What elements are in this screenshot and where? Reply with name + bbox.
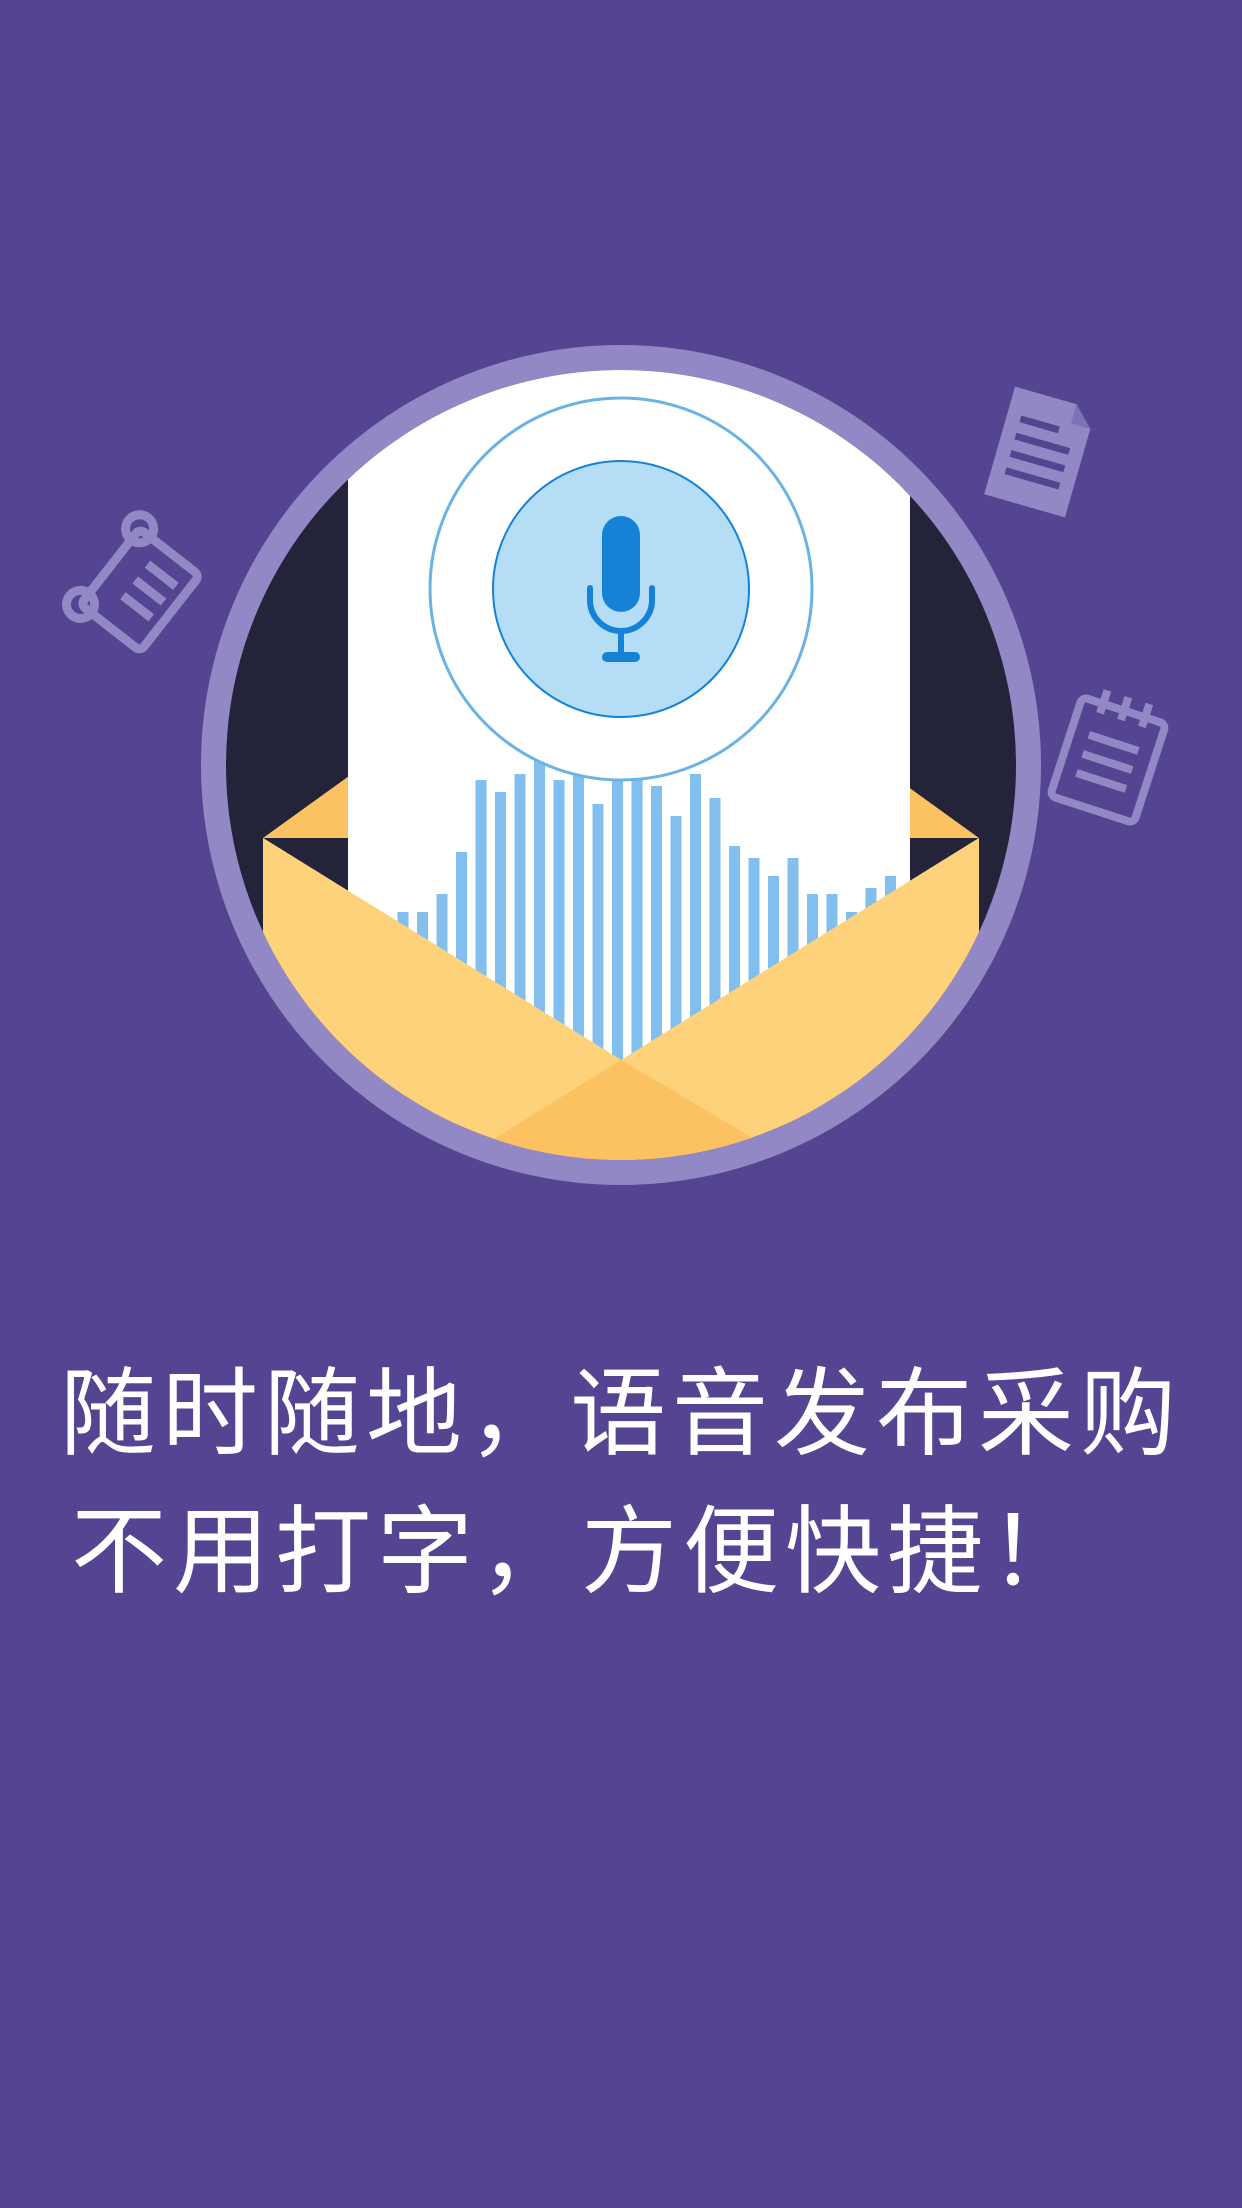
- caption-line-1: 随时随地，语音发布采购: [60, 1358, 1182, 1470]
- voice-publish-illustration: [62, 345, 1169, 1185]
- waveform-bar: [573, 774, 584, 1060]
- waveform-bar: [631, 768, 643, 1060]
- caption-line-2: 不用打字，方便快捷！: [71, 1496, 1091, 1608]
- waveform-bar: [612, 774, 623, 1060]
- waveform-bar: [651, 786, 662, 1060]
- waveform-bar: [592, 804, 604, 1060]
- notepad-icon: [1047, 689, 1169, 826]
- guide-screen: 随时随地，语音发布采购 不用打字，方便快捷！: [0, 0, 1242, 2208]
- waveform-bar: [553, 780, 565, 1060]
- document-icon: [984, 386, 1091, 518]
- scroll-icon: [62, 510, 202, 654]
- waveform-bar: [670, 816, 682, 1060]
